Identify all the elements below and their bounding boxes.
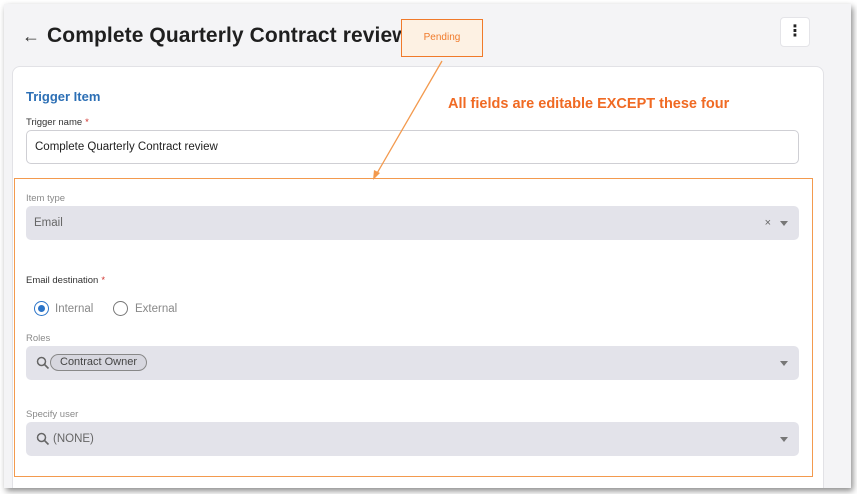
item-type-label: Item type: [26, 193, 66, 204]
item-type-value: Email: [34, 217, 63, 229]
specify-user-value: (NONE): [53, 433, 94, 445]
email-destination-label: Email destination *: [26, 275, 106, 286]
annotation-text: All fields are editable EXCEPT these fou…: [448, 96, 730, 112]
section-title: Trigger Item: [26, 89, 101, 104]
radio-external[interactable]: [113, 301, 128, 316]
more-vertical-icon[interactable]: ⋮: [780, 17, 810, 47]
chevron-down-icon[interactable]: [780, 221, 788, 226]
clear-icon[interactable]: ×: [765, 206, 771, 240]
status-badge: Pending: [401, 19, 483, 57]
required-mark: *: [85, 117, 89, 128]
roles-label: Roles: [26, 333, 51, 344]
roles-select[interactable]: Contract Owner: [26, 346, 799, 380]
radio-internal[interactable]: [34, 301, 49, 316]
role-chip[interactable]: Contract Owner: [50, 354, 148, 371]
chevron-down-icon[interactable]: [780, 361, 788, 366]
chevron-down-icon[interactable]: [780, 437, 788, 442]
page-title: Complete Quarterly Contract review: [47, 24, 409, 47]
radio-external-label: External: [135, 303, 178, 315]
required-mark: *: [101, 275, 106, 286]
trigger-name-input[interactable]: [26, 130, 799, 164]
search-icon: [36, 432, 50, 446]
trigger-name-label: Trigger name *: [26, 117, 89, 128]
specify-user-label: Specify user: [26, 409, 79, 420]
radio-internal-label: Internal: [55, 303, 94, 315]
item-type-select[interactable]: Email ×: [26, 206, 799, 240]
arrow-left-icon[interactable]: ←: [22, 27, 40, 45]
specify-user-select[interactable]: (NONE): [26, 422, 799, 456]
search-icon: [36, 356, 50, 370]
